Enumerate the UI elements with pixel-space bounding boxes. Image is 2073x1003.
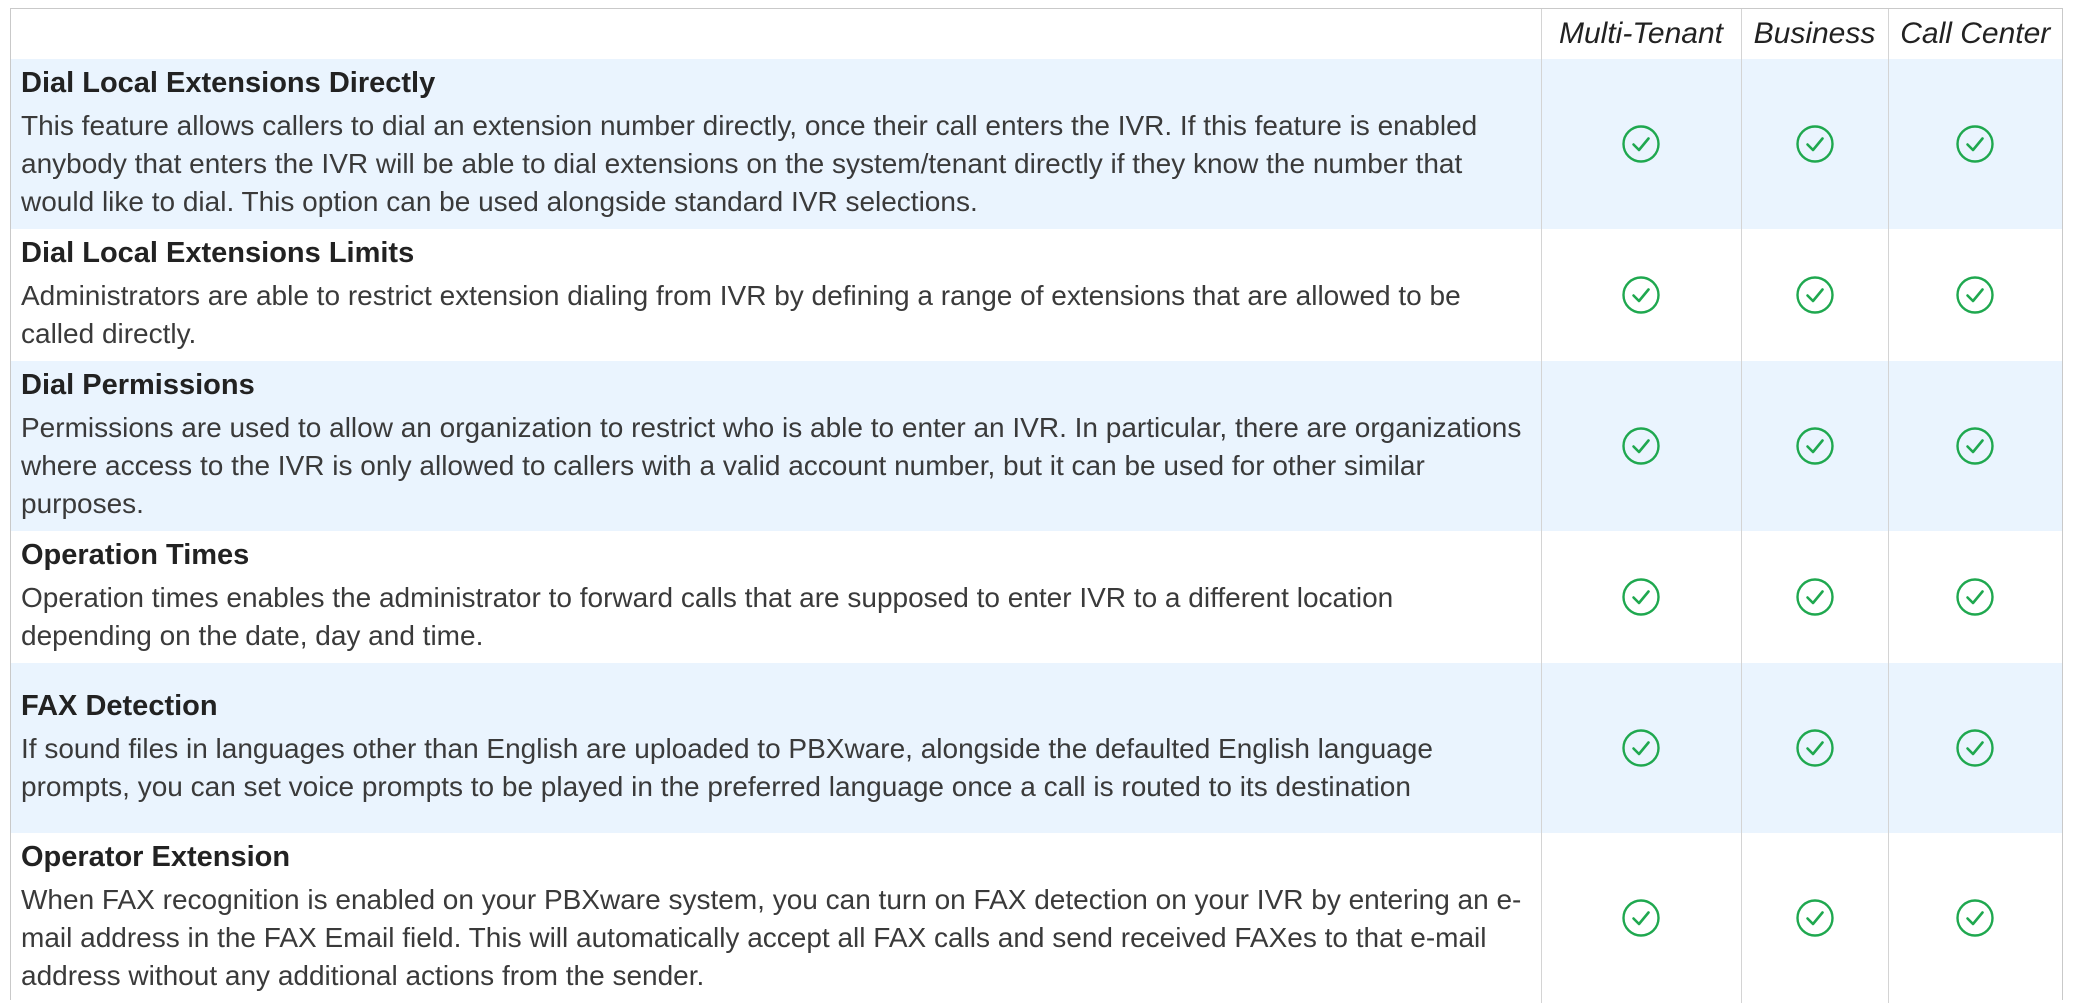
check-circle-icon bbox=[1955, 577, 1995, 617]
check-circle-icon bbox=[1621, 124, 1661, 164]
feature-title: Dial Permissions bbox=[21, 369, 255, 401]
feature-cell: Operator Extension When FAX recognition … bbox=[11, 833, 1541, 1003]
check-circle-icon bbox=[1621, 275, 1661, 315]
table-header-row: Multi-Tenant Business Call Center bbox=[11, 9, 2062, 59]
availability-cell bbox=[1540, 833, 1741, 1003]
feature-description: When FAX recognition is enabled on your … bbox=[21, 884, 1522, 991]
availability-cell bbox=[1887, 663, 2062, 833]
feature-description: This feature allows callers to dial an e… bbox=[21, 110, 1478, 217]
availability-cell bbox=[1887, 531, 2062, 663]
feature-cell: FAX Detection If sound files in language… bbox=[11, 663, 1541, 833]
check-circle-icon bbox=[1621, 426, 1661, 466]
feature-cell: Dial Local Extensions Limits Administrat… bbox=[11, 229, 1541, 361]
feature-comparison-frame: Multi-Tenant Business Call Center Dial L… bbox=[10, 8, 2063, 1003]
feature-column-header bbox=[11, 9, 1541, 59]
feature-cell: Dial Permissions Permissions are used to… bbox=[11, 361, 1541, 531]
feature-description: If sound files in languages other than E… bbox=[21, 733, 1433, 802]
feature-title: Operator Extension bbox=[21, 841, 291, 873]
availability-cell bbox=[1540, 663, 1741, 833]
column-header-call-center: Call Center bbox=[1887, 9, 2062, 59]
availability-cell bbox=[1740, 833, 1888, 1003]
check-circle-icon bbox=[1795, 275, 1835, 315]
check-circle-icon bbox=[1955, 898, 1995, 938]
feature-title: Dial Local Extensions Directly bbox=[21, 67, 436, 99]
check-circle-icon bbox=[1621, 898, 1661, 938]
table-row: Dial Permissions Permissions are used to… bbox=[11, 361, 2062, 531]
availability-cell bbox=[1887, 361, 2062, 531]
feature-title: Operation Times bbox=[21, 539, 250, 571]
feature-title: FAX Detection bbox=[21, 690, 218, 722]
availability-cell bbox=[1887, 833, 2062, 1003]
check-circle-icon bbox=[1795, 577, 1835, 617]
table-row: Operation Times Operation times enables … bbox=[11, 531, 2062, 663]
feature-title: Dial Local Extensions Limits bbox=[21, 237, 415, 269]
check-circle-icon bbox=[1955, 124, 1995, 164]
check-circle-icon bbox=[1955, 275, 1995, 315]
availability-cell bbox=[1740, 663, 1888, 833]
check-circle-icon bbox=[1795, 426, 1835, 466]
feature-cell: Operation Times Operation times enables … bbox=[11, 531, 1541, 663]
availability-cell bbox=[1540, 361, 1741, 531]
availability-cell bbox=[1740, 531, 1888, 663]
availability-cell bbox=[1887, 59, 2062, 229]
table-row: Dial Local Extensions Directly This feat… bbox=[11, 59, 2062, 229]
availability-cell bbox=[1740, 229, 1888, 361]
column-header-business: Business bbox=[1740, 9, 1888, 59]
check-circle-icon bbox=[1795, 728, 1835, 768]
check-circle-icon bbox=[1955, 728, 1995, 768]
feature-cell: Dial Local Extensions Directly This feat… bbox=[11, 59, 1541, 229]
check-circle-icon bbox=[1621, 728, 1661, 768]
table-row: Dial Local Extensions Limits Administrat… bbox=[11, 229, 2062, 361]
table-row: Operator Extension When FAX recognition … bbox=[11, 833, 2062, 1003]
check-circle-icon bbox=[1795, 124, 1835, 164]
feature-description: Administrators are able to restrict exte… bbox=[21, 280, 1461, 349]
column-header-multi-tenant: Multi-Tenant bbox=[1540, 9, 1741, 59]
availability-cell bbox=[1740, 59, 1888, 229]
check-circle-icon bbox=[1795, 898, 1835, 938]
availability-cell bbox=[1887, 229, 2062, 361]
check-circle-icon bbox=[1955, 426, 1995, 466]
feature-description: Permissions are used to allow an organiz… bbox=[21, 412, 1522, 519]
availability-cell bbox=[1740, 361, 1888, 531]
availability-cell bbox=[1540, 531, 1741, 663]
feature-comparison-table: Multi-Tenant Business Call Center Dial L… bbox=[11, 9, 2062, 1003]
check-circle-icon bbox=[1621, 577, 1661, 617]
availability-cell bbox=[1540, 59, 1741, 229]
feature-description: Operation times enables the administrato… bbox=[21, 582, 1394, 651]
availability-cell bbox=[1540, 229, 1741, 361]
table-row: FAX Detection If sound files in language… bbox=[11, 663, 2062, 833]
